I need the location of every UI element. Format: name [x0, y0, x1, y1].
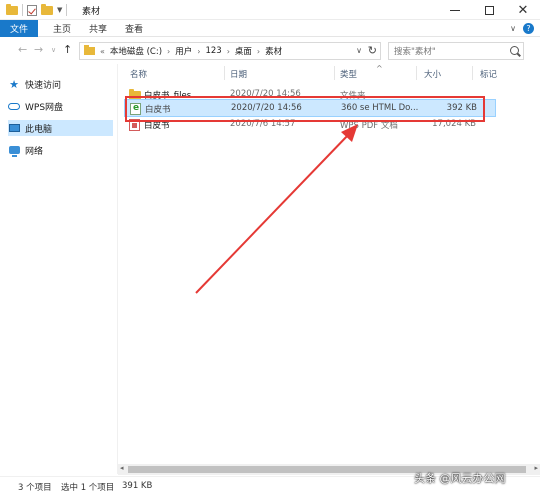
window-title: 素材	[82, 7, 101, 17]
minimize-button[interactable]	[438, 0, 472, 20]
breadcrumb: « 本地磁盘 (C:) › 用户 › 123 › 桌面 › 素材	[100, 45, 282, 57]
breadcrumb-item[interactable]: 用户	[175, 45, 192, 57]
column-header-name[interactable]: 名称	[130, 68, 147, 80]
nav-item-this-pc[interactable]: 此电脑	[8, 120, 113, 136]
column-divider[interactable]	[334, 66, 335, 80]
chevron-down-icon[interactable]: ▼	[57, 6, 62, 14]
quick-access-toolbar: ▼	[6, 3, 68, 16]
chevron-down-icon[interactable]: ∨	[510, 24, 516, 33]
nav-item-quick-access[interactable]: ★ 快速访问	[8, 76, 113, 92]
highlight-box	[125, 96, 485, 122]
refresh-icon[interactable]: ↻	[368, 44, 377, 57]
column-header-date[interactable]: 日期	[230, 68, 247, 80]
column-header-type[interactable]: 类型	[340, 68, 357, 80]
chevron-right-icon[interactable]: ›	[197, 47, 200, 56]
recent-locations-icon[interactable]: ∨	[51, 46, 56, 54]
search-icon[interactable]	[510, 46, 519, 55]
nav-item-label: WPS网盘	[25, 102, 64, 113]
forward-arrow-icon[interactable]: →	[34, 43, 43, 56]
breadcrumb-item[interactable]: 123	[205, 46, 221, 56]
cloud-icon	[8, 100, 20, 112]
item-count: 3 个项目	[18, 483, 52, 493]
selection-size: 391 KB	[122, 481, 153, 491]
column-header-tags[interactable]: 标记	[480, 68, 497, 80]
search-input[interactable]: 搜索"素材"	[388, 42, 524, 60]
scroll-right-icon[interactable]: ▸	[534, 464, 538, 472]
sort-ascending-icon: ^	[376, 64, 383, 73]
navigation-pane: ★ 快速访问 WPS网盘 此电脑 网络	[0, 64, 117, 474]
maximize-icon	[484, 5, 494, 15]
star-icon: ★	[9, 77, 19, 91]
address-bar[interactable]: « 本地磁盘 (C:) › 用户 › 123 › 桌面 › 素材 ∨ ↻	[79, 42, 381, 60]
tab-share[interactable]: 共享	[84, 20, 112, 37]
tab-view[interactable]: 查看	[120, 20, 148, 37]
title-bar: ▼ 素材 ✕	[0, 0, 540, 20]
search-placeholder: 搜索"素材"	[394, 47, 436, 57]
nav-item-label: 网络	[25, 146, 44, 157]
selection-count: 选中 1 个项目	[61, 483, 115, 493]
maximize-button[interactable]	[472, 0, 506, 20]
breadcrumb-item[interactable]: 素材	[265, 45, 282, 57]
minimize-icon	[450, 9, 460, 11]
nav-item-label: 此电脑	[25, 124, 53, 135]
column-header-size[interactable]: 大小	[424, 68, 441, 80]
chevron-right-icon[interactable]: ›	[257, 47, 260, 56]
ribbon-tabs: 文件 主页 共享 查看 ∨ ?	[0, 20, 540, 37]
overflow-icon[interactable]: «	[100, 47, 105, 56]
scroll-left-icon[interactable]: ◂	[120, 464, 124, 472]
chevron-right-icon[interactable]: ›	[227, 47, 230, 56]
breadcrumb-item[interactable]: 本地磁盘 (C:)	[110, 45, 162, 57]
back-arrow-icon[interactable]: ←	[18, 43, 27, 56]
properties-icon[interactable]	[27, 4, 37, 16]
nav-item-label: 快速访问	[25, 80, 62, 91]
address-row: ← → ∨ ↑ « 本地磁盘 (C:) › 用户 › 123 › 桌面 › 素材…	[0, 38, 540, 64]
chevron-down-icon[interactable]: ∨	[356, 46, 362, 55]
column-divider[interactable]	[416, 66, 417, 80]
folder-icon[interactable]	[6, 3, 18, 15]
up-arrow-icon[interactable]: ↑	[63, 43, 72, 56]
folder-icon	[84, 45, 95, 55]
chevron-right-icon[interactable]: ›	[167, 47, 170, 56]
divider	[22, 4, 23, 16]
tab-home[interactable]: 主页	[48, 20, 76, 37]
close-button[interactable]: ✕	[506, 0, 540, 20]
file-list: 名称 日期 ^ 类型 大小 标记 白皮书_files 2020/7/20 14:…	[118, 64, 540, 464]
help-button[interactable]: ?	[523, 23, 534, 34]
network-icon	[8, 144, 20, 157]
tab-file[interactable]: 文件	[0, 20, 38, 37]
nav-item-network[interactable]: 网络	[8, 142, 113, 158]
nav-item-wps-drive[interactable]: WPS网盘	[8, 98, 113, 114]
watermark: 头条 @风云办公网	[414, 472, 506, 485]
computer-icon	[8, 122, 20, 134]
column-divider[interactable]	[224, 66, 225, 80]
breadcrumb-item[interactable]: 桌面	[235, 45, 252, 57]
divider	[66, 4, 68, 16]
column-divider[interactable]	[472, 66, 473, 80]
new-folder-icon[interactable]	[41, 3, 53, 15]
